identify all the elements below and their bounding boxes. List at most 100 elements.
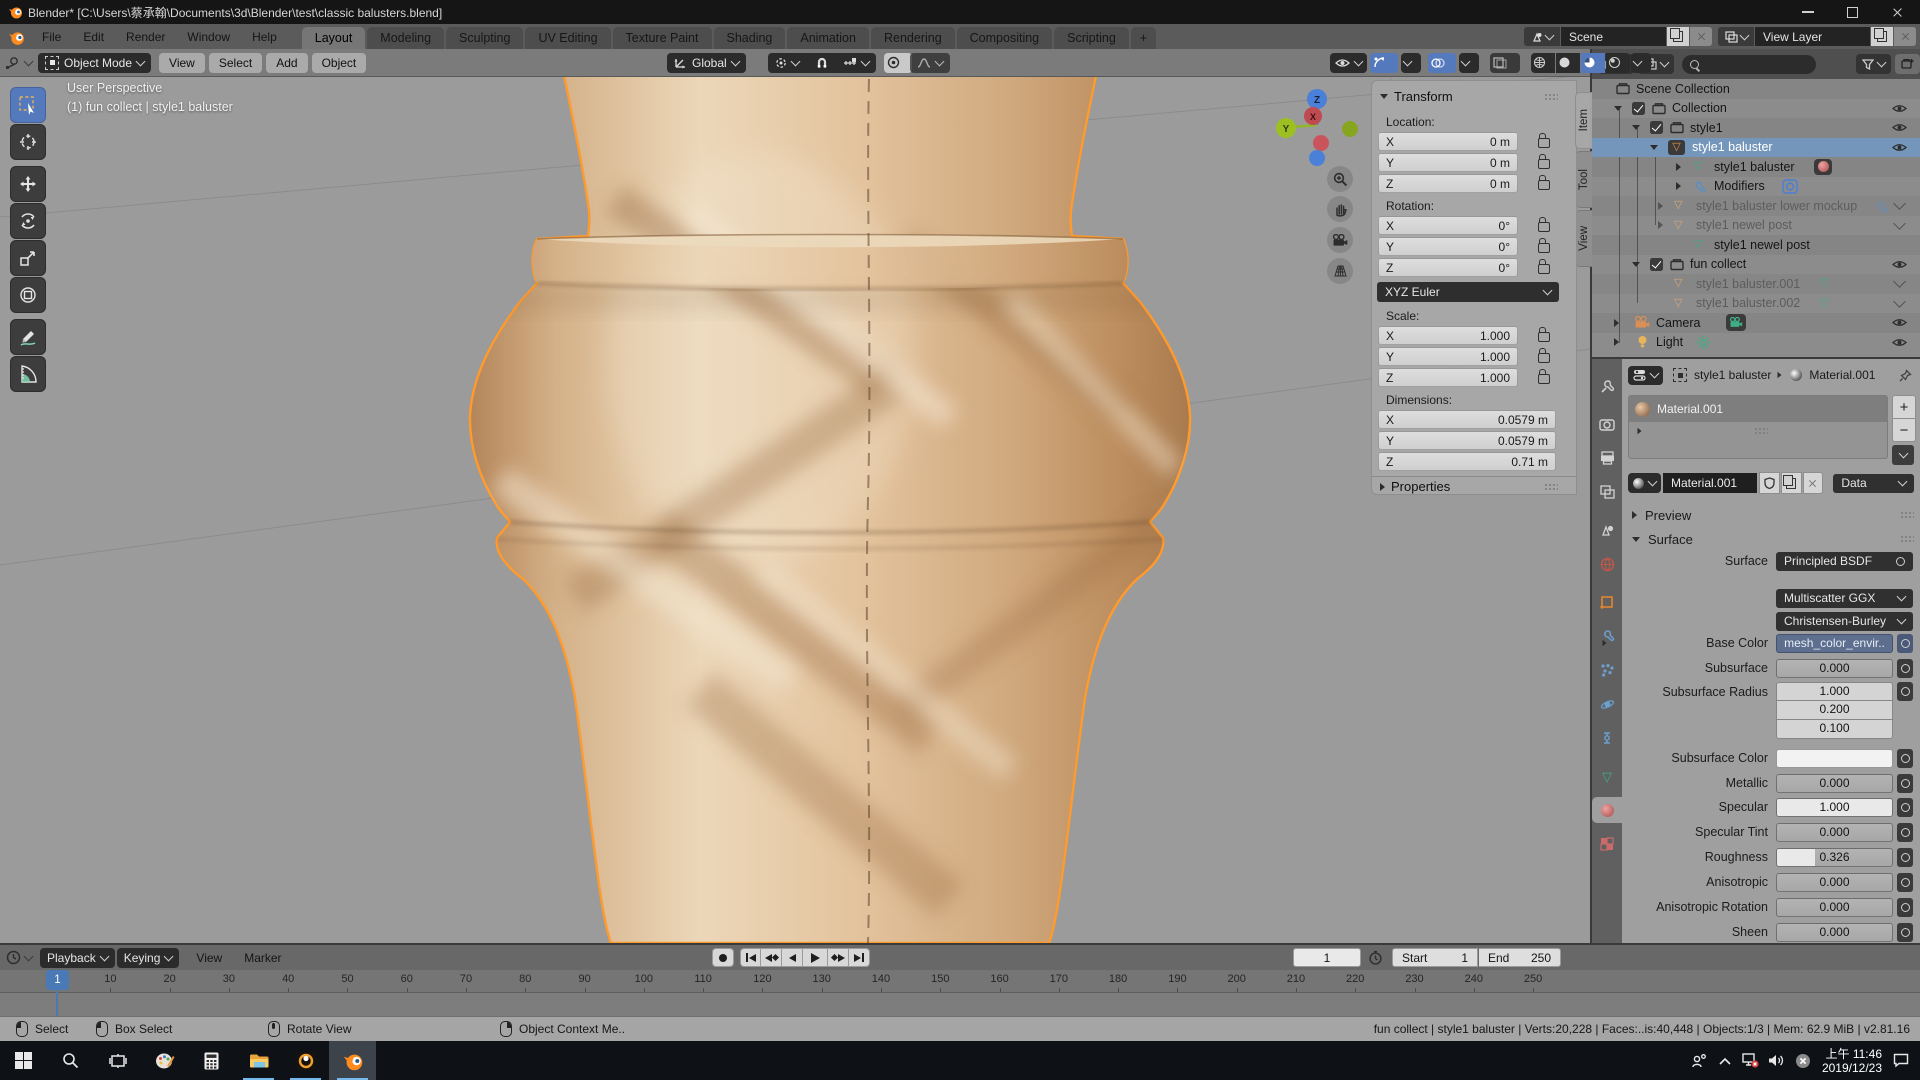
outliner-search-input[interactable] [1682, 55, 1816, 74]
media-app-button[interactable] [282, 1041, 329, 1080]
shading-material-button[interactable] [1581, 53, 1605, 73]
surface-panel-header[interactable]: Surface [1632, 529, 1920, 549]
disclosure-closed-icon[interactable] [1614, 338, 1619, 346]
tab-tool[interactable] [1592, 373, 1622, 399]
start-button[interactable] [0, 1041, 47, 1080]
lock-icon[interactable] [1538, 138, 1550, 148]
rotation-y-field[interactable]: Y0° [1378, 237, 1518, 256]
frame-end-field[interactable]: End250 [1479, 948, 1561, 967]
workspace-tab-scripting[interactable]: Scripting [1054, 27, 1129, 49]
disclosure-closed-icon[interactable] [1638, 428, 1642, 434]
panel-drag-dots-icon[interactable] [1544, 483, 1558, 491]
unlink-material-button[interactable] [1803, 472, 1824, 494]
view-layer-name-field[interactable]: View Layer [1755, 27, 1870, 46]
checkbox-checked-icon[interactable] [1650, 258, 1663, 271]
scale-x-field[interactable]: X1.000 [1378, 326, 1518, 345]
tool-measure[interactable] [10, 356, 46, 392]
breadcrumb-material[interactable]: Material.001 [1809, 368, 1875, 382]
xray-toggle[interactable] [1490, 53, 1520, 73]
pivot-point-button[interactable] [768, 53, 818, 73]
falloff-selector[interactable] [910, 53, 950, 73]
proportional-editing-button[interactable] [884, 53, 912, 73]
scene-copy-button[interactable] [1667, 27, 1689, 46]
eye-closed-icon[interactable] [1893, 217, 1906, 230]
browse-material-button[interactable] [1628, 473, 1661, 493]
location-z-field[interactable]: Z0 m [1378, 174, 1518, 193]
socket-button[interactable] [1897, 659, 1913, 678]
metallic-field[interactable]: 0.000 [1776, 774, 1893, 793]
properties-editor-type-button[interactable] [1628, 366, 1663, 385]
roughness-field[interactable]: 0.326 [1776, 848, 1893, 867]
menu-edit[interactable]: Edit [72, 24, 115, 49]
outliner-filter-button[interactable] [1856, 54, 1891, 74]
eye-open-icon[interactable] [1892, 103, 1907, 114]
outliner-row-modifiers[interactable]: Modifiers [1592, 177, 1920, 197]
socket-button[interactable] [1897, 749, 1913, 768]
disclosure-closed-icon[interactable] [1603, 640, 1607, 646]
tool-cursor[interactable] [10, 124, 46, 160]
frame-start-field[interactable]: Start1 [1392, 948, 1478, 967]
rotation-z-field[interactable]: Z0° [1378, 258, 1518, 277]
outliner-row-light[interactable]: Light [1592, 333, 1920, 353]
tool-select-box[interactable] [10, 87, 46, 123]
eye-closed-icon[interactable] [1893, 295, 1906, 308]
disclosure-open-icon[interactable] [1650, 145, 1658, 150]
lock-icon[interactable] [1538, 264, 1550, 274]
calculator-app-button[interactable] [188, 1041, 235, 1080]
timeline-marker-menu[interactable]: Marker [233, 945, 292, 970]
new-material-button[interactable] [1781, 472, 1802, 494]
ortho-toggle-button[interactable] [1327, 258, 1353, 284]
location-y-field[interactable]: Y0 m [1378, 153, 1518, 172]
disclosure-closed-icon[interactable] [1658, 221, 1663, 229]
lock-icon[interactable] [1538, 159, 1550, 169]
eye-open-icon[interactable] [1892, 259, 1907, 270]
properties-panel-header[interactable]: Properties [1380, 479, 1450, 494]
select-menu[interactable]: Select [209, 53, 262, 73]
breadcrumb-object[interactable]: style1 baluster [1694, 368, 1771, 382]
disclosure-open-icon[interactable] [1614, 106, 1622, 111]
tab-particles[interactable] [1592, 657, 1622, 683]
overlays-toggle[interactable] [1428, 53, 1456, 73]
camera-view-button[interactable] [1327, 227, 1353, 253]
outliner-row-baluster-002[interactable]: ▽ style1 baluster.002 ▽ [1592, 294, 1920, 314]
view-layer-icon[interactable] [1718, 27, 1754, 46]
outliner-row-collection[interactable]: Collection [1592, 99, 1920, 119]
playhead-line[interactable] [56, 990, 58, 1018]
eye-closed-icon[interactable] [1893, 197, 1906, 210]
workspace-tab-rendering[interactable]: Rendering [871, 27, 955, 49]
tab-texture[interactable] [1592, 831, 1622, 857]
distribution-dropdown[interactable]: Multiscatter GGX [1776, 589, 1913, 608]
tab-scene[interactable] [1592, 517, 1622, 543]
eye-open-icon[interactable] [1892, 122, 1907, 133]
workspace-tab-compositing[interactable]: Compositing [957, 27, 1052, 49]
current-frame-field[interactable]: 1 [1293, 948, 1361, 967]
task-view-button[interactable] [94, 1041, 141, 1080]
tab-constraints[interactable] [1592, 725, 1622, 751]
link-mode-dropdown[interactable]: Data [1833, 474, 1914, 493]
auto-keying-button[interactable] [712, 948, 734, 967]
tool-annotate[interactable] [10, 319, 46, 355]
tool-rotate[interactable] [10, 203, 46, 239]
disclosure-closed-icon[interactable] [1676, 163, 1681, 171]
tool-scale[interactable] [10, 240, 46, 276]
blender-app-button[interactable] [329, 1041, 376, 1080]
editor-type-button[interactable] [5, 56, 32, 70]
eye-closed-icon[interactable] [1893, 275, 1906, 288]
sidebar-tab-tool[interactable]: Tool [1575, 151, 1592, 208]
axis-gizmo[interactable]: Z X Y [1270, 85, 1380, 175]
workspace-tab-texture-paint[interactable]: Texture Paint [613, 27, 712, 49]
pan-button[interactable] [1327, 196, 1353, 222]
outliner-row-newel-post-data[interactable]: ▽ style1 newel post [1592, 235, 1920, 255]
rotation-mode-dropdown[interactable]: XYZ Euler [1377, 282, 1559, 302]
lock-icon[interactable] [1538, 353, 1550, 363]
eye-open-icon[interactable] [1892, 317, 1907, 328]
new-collection-button[interactable] [1895, 54, 1920, 74]
tray-expand-chevron-icon[interactable] [1712, 1041, 1738, 1080]
add-menu[interactable]: Add [266, 53, 307, 73]
eye-open-icon[interactable] [1892, 337, 1907, 348]
panel-drag-dots-icon[interactable] [1544, 93, 1558, 101]
taskbar-search-button[interactable] [47, 1041, 94, 1080]
use-preview-range-button[interactable] [1368, 950, 1383, 965]
tab-world[interactable] [1592, 551, 1622, 577]
lock-icon[interactable] [1538, 180, 1550, 190]
